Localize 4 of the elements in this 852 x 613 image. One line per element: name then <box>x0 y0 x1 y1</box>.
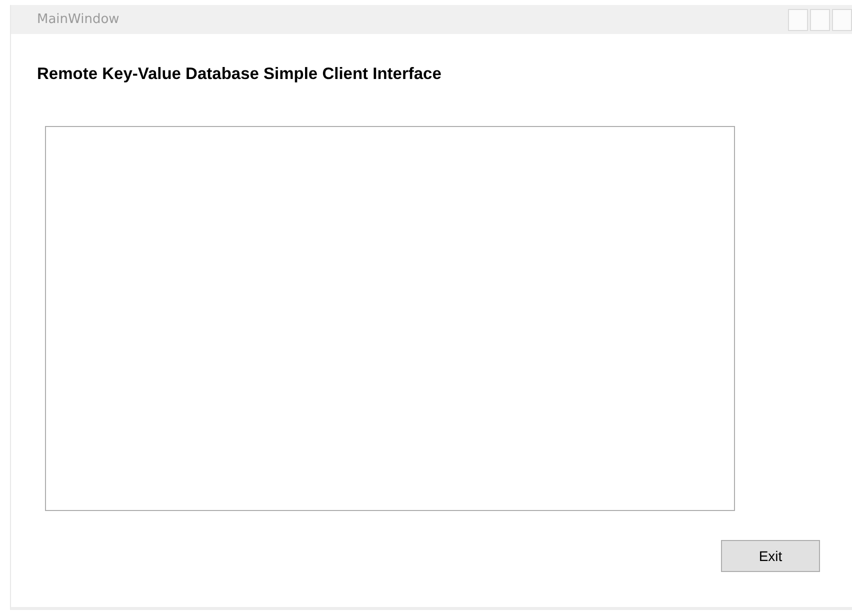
text-area[interactable] <box>45 126 735 511</box>
window-title: MainWindow <box>36 12 120 27</box>
exit-button[interactable]: Exit <box>721 540 820 572</box>
heading: Remote Key-Value Database Simple Client Interface <box>37 65 442 84</box>
